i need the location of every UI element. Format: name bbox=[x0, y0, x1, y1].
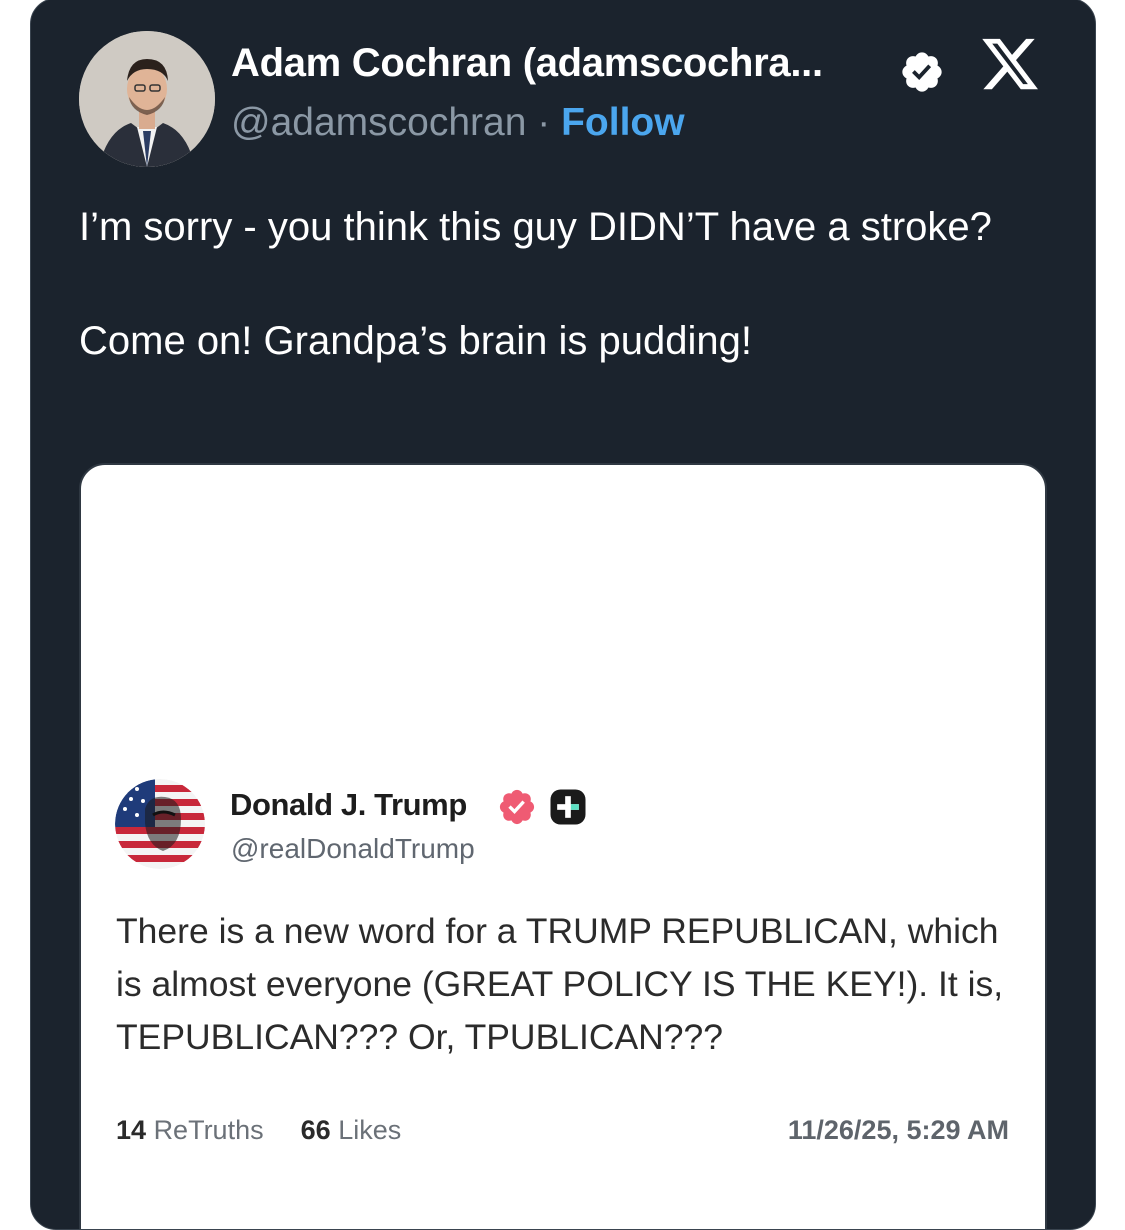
tweet-card: Adam Cochran (adamscochra... @adamscochr… bbox=[30, 0, 1096, 1230]
truth-stats: 14 ReTruths 66 Likes bbox=[116, 1115, 401, 1146]
truth-author-name: Donald J. Trump bbox=[230, 787, 467, 822]
flag-portrait-avatar-image bbox=[115, 779, 205, 869]
truth-plus-icon bbox=[550, 789, 586, 825]
author-avatar-image bbox=[79, 31, 215, 167]
follow-button[interactable]: Follow bbox=[561, 101, 684, 144]
truth-author-avatar bbox=[115, 779, 205, 869]
author-handle-row: @adamscochran · Follow bbox=[231, 101, 685, 145]
x-logo-icon[interactable] bbox=[977, 33, 1043, 95]
truth-timestamp: 11/26/25, 5:29 AM bbox=[787, 1115, 1009, 1145]
truth-post-text: There is a new word for a TRUMP REPUBLIC… bbox=[116, 911, 1004, 1057]
author-handle[interactable]: @adamscochran bbox=[231, 101, 526, 144]
tweet-paragraph-1: I’m sorry - you think this guy DIDN’T ha… bbox=[79, 205, 992, 249]
retruths-count: 14 bbox=[116, 1115, 147, 1145]
retruths-label: ReTruths bbox=[153, 1115, 264, 1145]
author-name[interactable]: Adam Cochran (adamscochra... bbox=[231, 41, 823, 86]
verified-badge-icon bbox=[499, 789, 535, 825]
likes-count: 66 bbox=[300, 1115, 331, 1145]
tweet-paragraph-2: Come on! Grandpa’s brain is pudding! bbox=[79, 319, 753, 363]
separator-dot: · bbox=[537, 101, 551, 144]
verified-badge-icon bbox=[902, 52, 942, 92]
embedded-post-image[interactable]: Donald J. Trump @realDonaldTrump There i… bbox=[79, 463, 1047, 1229]
truth-author-handle: @realDonaldTrump bbox=[231, 833, 475, 864]
tweet-body: I’m sorry - you think this guy DIDN’T ha… bbox=[79, 199, 1039, 370]
likes-label: Likes bbox=[338, 1115, 402, 1145]
author-avatar[interactable] bbox=[79, 31, 215, 167]
